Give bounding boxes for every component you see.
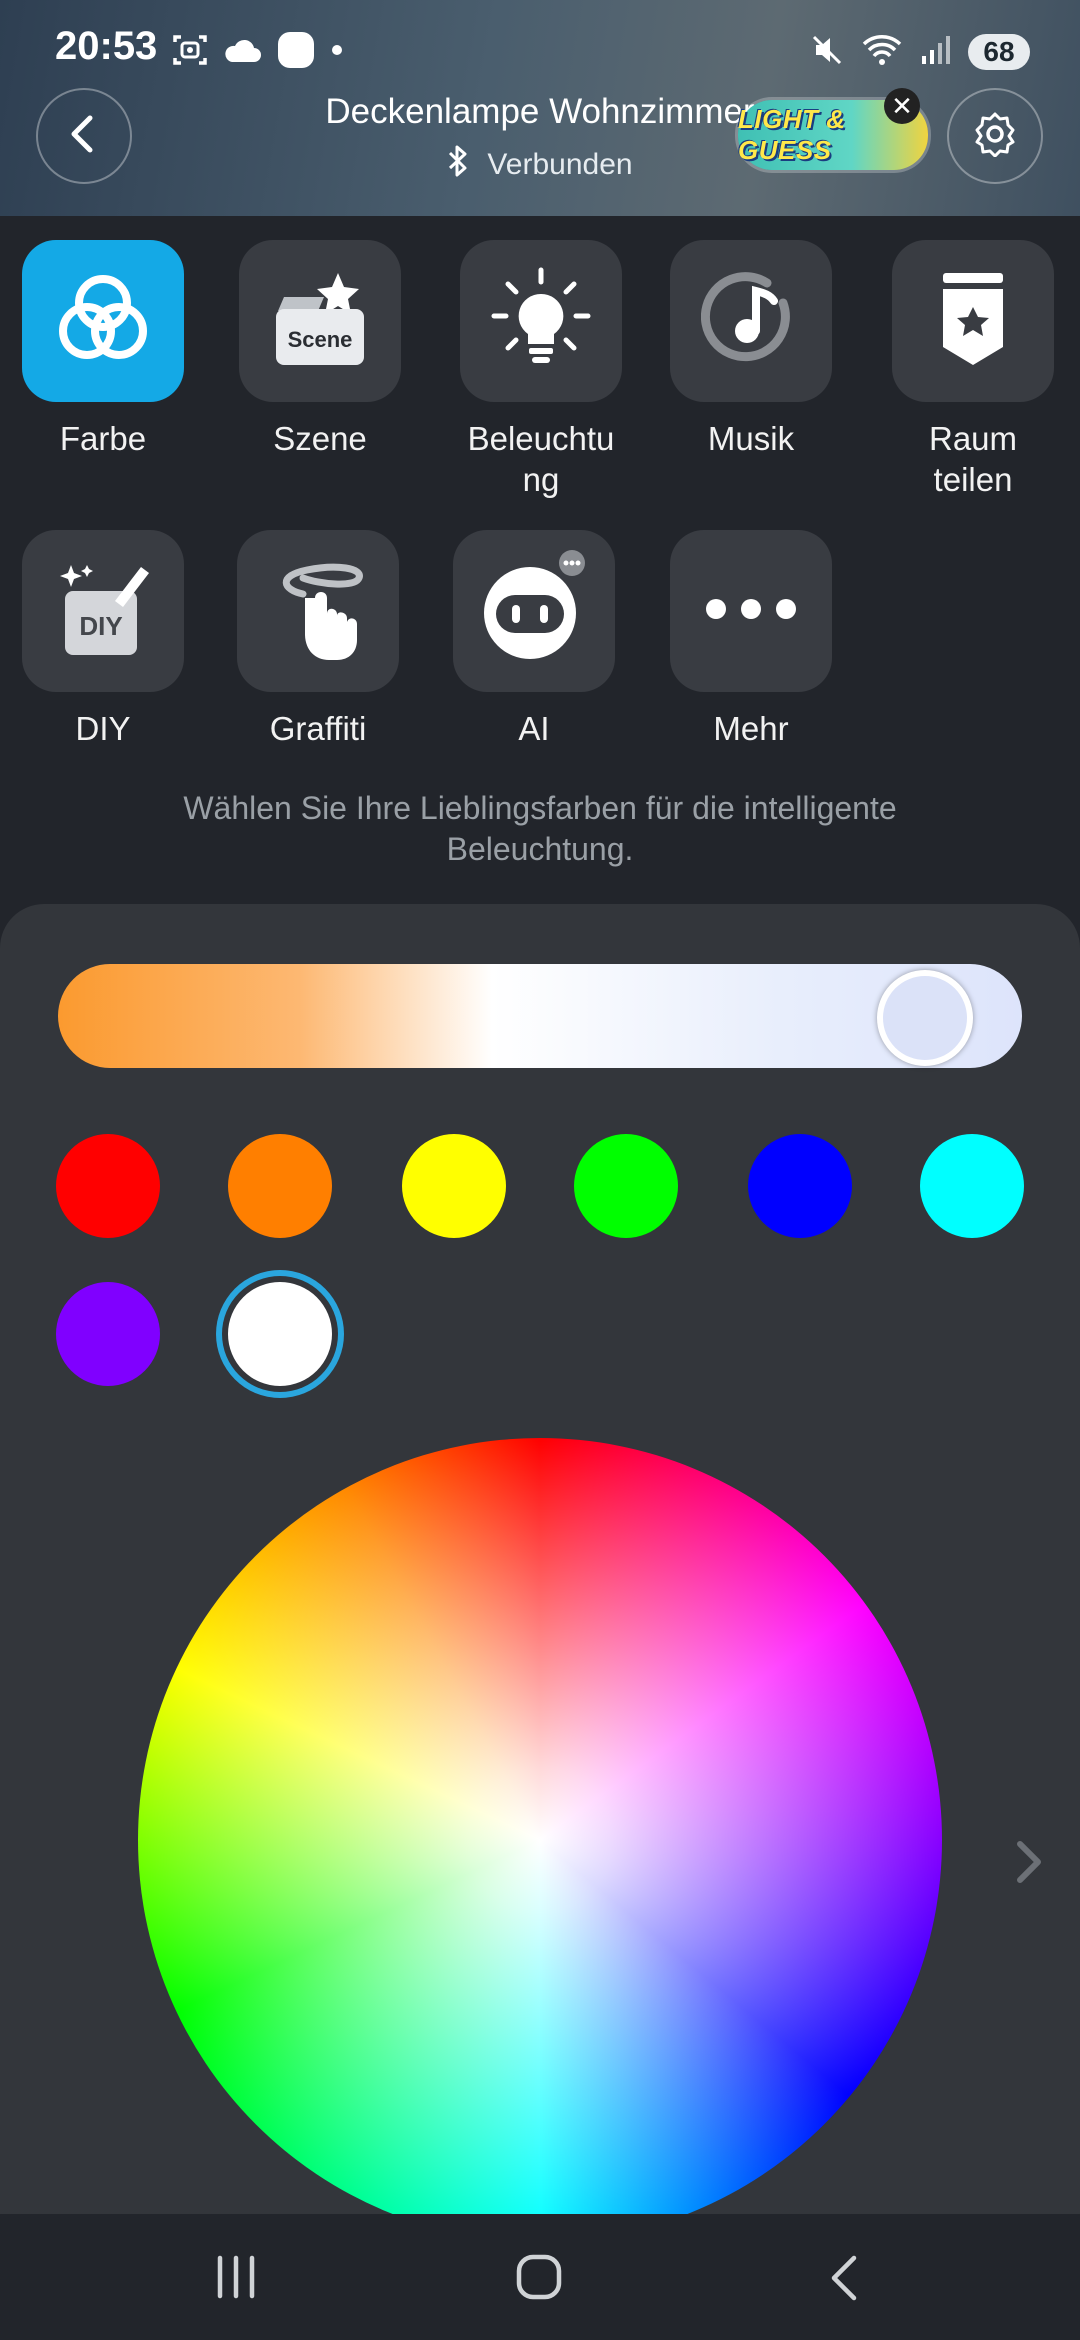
mute-icon <box>810 33 844 72</box>
hint-text: Wählen Sie Ihre Lieblingsfarben für die … <box>183 790 897 867</box>
signal-icon <box>920 34 950 71</box>
lightbulb-icon <box>486 264 596 379</box>
mode-tile-ai[interactable] <box>453 530 615 692</box>
device-title-block: Deckenlampe Wohnzimmer Verbunden <box>300 92 780 186</box>
chevron-right-icon[interactable] <box>1012 1838 1048 1891</box>
swatch-red[interactable] <box>56 1134 160 1238</box>
swatch-green[interactable] <box>574 1134 678 1238</box>
app-icon <box>276 30 316 75</box>
mode-label-ai: AI <box>518 710 550 747</box>
mode-label-mehr: Mehr <box>713 710 789 747</box>
status-right-icons: 68 <box>810 28 1030 76</box>
scene-icon-text: Scene <box>287 327 353 352</box>
more-icon <box>701 594 801 629</box>
promo-close-button[interactable]: ✕ <box>884 88 920 124</box>
back-button[interactable] <box>36 88 132 184</box>
graffiti-icon <box>263 554 373 669</box>
color-circles-icon <box>53 269 153 374</box>
swatch-orange[interactable] <box>228 1134 332 1238</box>
mode-tile-beleuchtung[interactable] <box>460 240 622 402</box>
mode-tile-mehr[interactable] <box>670 530 832 692</box>
swatch-yellow[interactable] <box>402 1134 506 1238</box>
mode-tile-graffiti[interactable] <box>237 530 399 692</box>
status-bar: 20:53 68 <box>0 0 1080 100</box>
color-wheel[interactable] <box>138 1438 942 2214</box>
diy-icon-text: DIY <box>79 611 123 641</box>
mode-label-raum-teilen: Raum teilen <box>928 420 1018 498</box>
nav-back-icon[interactable] <box>826 2254 862 2307</box>
mode-label-musik: Musik <box>707 420 795 457</box>
badge-star-icon <box>933 269 1013 374</box>
swatch-white[interactable] <box>228 1282 332 1386</box>
gear-icon <box>972 111 1018 162</box>
swatch-blue[interactable] <box>748 1134 852 1238</box>
wifi-icon <box>862 33 902 72</box>
cloud-icon <box>222 36 262 69</box>
music-icon <box>700 269 801 374</box>
mode-tile-raum-teilen[interactable] <box>892 240 1054 402</box>
mode-label-graffiti: Graffiti <box>269 710 367 747</box>
swatch-cyan[interactable] <box>920 1134 1024 1238</box>
mode-label-farbe: Farbe <box>59 420 147 457</box>
screenshot-icon <box>172 33 208 72</box>
mode-tile-farbe[interactable] <box>22 240 184 402</box>
app-header: 20:53 68 Deckenlampe Wohnzimmer Verbunde… <box>0 0 1080 216</box>
status-time: 20:53 <box>55 24 158 68</box>
mode-label-beleuchtung: Beleuchtu ng <box>467 420 615 498</box>
connection-status: Verbunden <box>300 144 780 186</box>
mode-label-diy: DIY <box>75 710 131 747</box>
swatch-purple[interactable] <box>56 1282 160 1386</box>
recent-apps-icon[interactable] <box>214 2254 258 2305</box>
color-panel <box>0 904 1080 2214</box>
scene-icon: Scene <box>270 271 370 371</box>
battery-indicator: 68 <box>968 34 1030 70</box>
robot-icon <box>474 549 594 674</box>
system-nav-bar <box>0 2214 1080 2340</box>
settings-button[interactable] <box>947 88 1043 184</box>
mode-label-szene: Szene <box>273 420 367 457</box>
device-title: Deckenlampe Wohnzimmer <box>325 92 755 131</box>
mode-tile-szene[interactable]: Scene <box>239 240 401 402</box>
mode-tile-diy[interactable]: DIY <box>22 530 184 692</box>
color-temperature-slider[interactable] <box>58 964 1022 1068</box>
mode-tile-musik[interactable] <box>670 240 832 402</box>
dot-icon <box>330 43 344 62</box>
bluetooth-icon <box>447 144 469 186</box>
home-icon[interactable] <box>514 2254 564 2305</box>
back-arrow-icon <box>66 114 102 159</box>
connection-status-text: Verbunden <box>487 148 633 181</box>
diy-icon: DIY <box>53 561 153 661</box>
status-left-icons <box>172 28 344 76</box>
color-temperature-thumb[interactable] <box>877 970 974 1066</box>
